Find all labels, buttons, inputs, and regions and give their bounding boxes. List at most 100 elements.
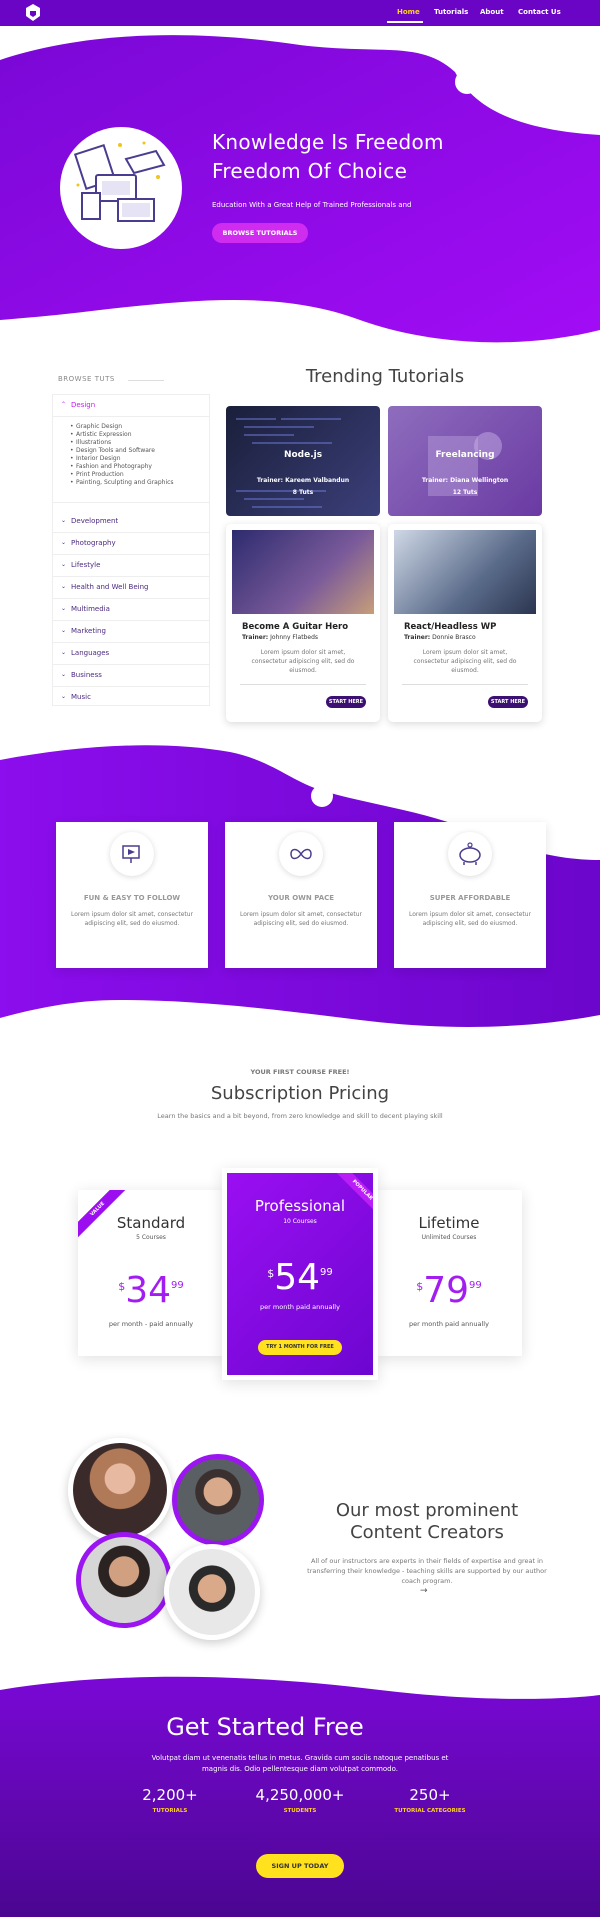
category-photography[interactable]: ⌄ Photography [53,533,209,555]
category-health[interactable]: ⌄ Health and Well Being [53,577,209,599]
nav-about-link[interactable]: About [480,8,504,16]
plan-card-standard: VALUE Standard 5 Courses $3499 per month… [78,1190,224,1356]
laptop-code-image [394,530,536,614]
feature-card: YOUR OWN PACE Lorem ipsum dolor sit amet… [225,822,377,968]
subcategory-item[interactable]: Graphic Design [70,423,122,430]
plan-name: Standard [116,1214,186,1232]
tutorial-card-nodejs[interactable]: Node.js Trainer: Kareem Valbandun 8 Tuts [226,406,380,516]
plan-period: per month paid annually [409,1320,489,1328]
try-free-button[interactable]: TRY 1 MONTH FOR FREE [258,1340,342,1355]
piggy-bank-icon [448,832,492,876]
subcategory-item[interactable]: Print Production [70,471,124,478]
chevron-up-icon: ⌃ [61,401,67,408]
chevron-down-icon: ⌄ [61,671,67,678]
feature-description: Lorem ipsum dolor sit amet, consectetur … [408,911,532,927]
creators-title-line1: Our most prominent [335,1500,519,1521]
plan-price: $7999 [416,1270,482,1311]
pricing-title: Subscription Pricing [210,1083,390,1104]
card-title: Become A Guitar Hero [242,622,349,632]
chevron-down-icon: ⌄ [61,627,67,634]
top-navbar: Home Tutorials About Contact Us [0,0,600,26]
card-title: React/Headless WP [404,622,497,632]
card-divider [402,684,528,685]
category-development[interactable]: ⌄ Development [53,511,209,533]
cta-title: Get Started Free [166,1713,364,1741]
plan-period: per month paid annually [260,1303,340,1311]
sidebar-heading: BROWSE TUTS [58,375,115,383]
card-trainer: Trainer: Johnny Flatbeds [242,634,319,641]
plan-card-professional: POPULAR Professional 10 Courses $5499 pe… [222,1168,378,1380]
stat-students-number: 4,250,000+ [255,1786,345,1804]
creator-avatar [76,1532,172,1628]
category-business[interactable]: ⌄ Business [53,665,209,687]
creator-avatar [172,1454,264,1546]
guitar-image [232,530,374,614]
sidebar-divider [53,502,209,503]
subcategory-item[interactable]: Artistic Expression [70,431,131,438]
tutorial-card-freelancing[interactable]: Freelancing Trainer: Diana Wellington 12… [388,406,542,516]
card-description: Lorem ipsum dolor sit amet, consectetur … [251,649,355,674]
card-trainer: Trainer: Donnie Brasco [404,634,476,641]
code-background-image [236,418,341,508]
card-count: 8 Tuts [292,489,314,496]
chevron-down-icon: ⌄ [61,539,67,546]
category-music[interactable]: ⌄ Music [53,687,209,709]
hero-title-line2: Freedom Of Choice [212,159,408,183]
tutorial-card-guitar[interactable]: Become A Guitar Hero Trainer: Johnny Fla… [226,524,380,722]
card-title: Freelancing [435,450,495,460]
hero-title-line1: Knowledge Is Freedom [212,130,444,154]
nav-contact-link[interactable]: Contact Us [518,8,561,16]
creators-description: All of our instructors are experts in th… [307,1557,547,1585]
logo-icon[interactable] [26,4,40,21]
plan-name: Professional [254,1197,346,1215]
feature-description: Lorem ipsum dolor sit amet, consectetur … [70,911,194,927]
hero-subtitle: Education With a Great Help of Trained P… [212,201,412,209]
plan-card-lifetime: Lifetime Unlimited Courses $7999 per mon… [376,1190,522,1356]
feature-title: SUPER AFFORDABLE [429,894,511,902]
plan-name: Lifetime [418,1214,480,1232]
category-marketing[interactable]: ⌄ Marketing [53,621,209,643]
subcategory-item[interactable]: Painting, Sculpting and Graphics [70,479,174,486]
nav-home-link[interactable]: Home [397,8,420,16]
plan-price: $5499 [267,1257,333,1298]
category-multimedia[interactable]: ⌄ Multimedia [53,599,209,621]
stat-tutorials-number: 2,200+ [142,1786,198,1804]
start-here-button[interactable]: START HERE [488,696,528,708]
sign-up-button[interactable]: SIGN UP TODAY [256,1854,344,1878]
category-design[interactable]: ⌃ Design [53,395,209,417]
stat-tutorials-label: TUTORIALS [152,1808,188,1814]
subcategory-item[interactable]: Design Tools and Software [70,447,155,454]
creator-avatar [68,1438,172,1542]
feature-title: FUN & EASY TO FOLLOW [83,894,181,902]
browse-tutorials-button[interactable]: BROWSE TUTORIALS [212,223,308,243]
feature-description: Lorem ipsum dolor sit amet, consectetur … [239,911,363,927]
plan-course-count: Unlimited Courses [421,1234,477,1241]
stat-categories-label: TUTORIAL CATEGORIES [394,1808,466,1814]
card-trainer: Trainer: Kareem Valbandun [256,477,350,484]
card-divider [240,684,366,685]
card-title: Node.js [283,450,323,460]
infinity-icon [279,832,323,876]
pricing-eyebrow: YOUR FIRST COURSE FREE! [250,1068,350,1076]
stat-categories-number: 250+ [409,1786,451,1804]
plan-period: per month - paid annually [108,1320,194,1328]
subcategory-item[interactable]: Illustrations [70,439,111,446]
start-here-button[interactable]: START HERE [326,696,366,708]
feature-card: SUPER AFFORDABLE Lorem ipsum dolor sit a… [394,822,546,968]
pricing-subtitle: Learn the basics and a bit beyond, from … [157,1112,443,1120]
category-lifestyle[interactable]: ⌄ Lifestyle [53,555,209,577]
tutorial-card-react[interactable]: React/Headless WP Trainer: Donnie Brasco… [388,524,542,722]
subcategory-item[interactable]: Interior Design [70,455,120,462]
nav-tutorials-link[interactable]: Tutorials [434,8,468,16]
sidebar-heading-divider [128,380,164,381]
feature-title: YOUR OWN PACE [267,894,335,902]
chevron-down-icon: ⌄ [61,693,67,700]
chevron-down-icon: ⌄ [61,517,67,524]
category-languages[interactable]: ⌄ Languages [53,643,209,665]
arrow-right-icon[interactable]: → [420,1586,428,1596]
nav-active-indicator [387,21,423,23]
trending-title: Trending Tutorials [305,366,465,387]
creator-avatar [164,1544,260,1640]
card-description: Lorem ipsum dolor sit amet, consectetur … [413,649,517,674]
subcategory-item[interactable]: Fashion and Photography [70,463,152,470]
